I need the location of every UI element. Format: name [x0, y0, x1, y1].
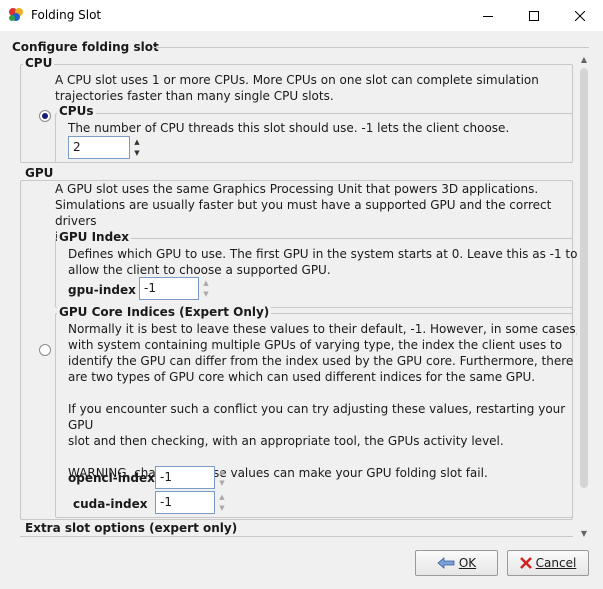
cuda-index-input[interactable]: -1 — [155, 491, 215, 514]
gpu-index-input[interactable]: -1 — [139, 277, 199, 300]
cpu-radio[interactable] — [39, 110, 51, 122]
scrollbar-thumb[interactable] — [580, 68, 588, 488]
cpu-description: A CPU slot uses 1 or more CPUs. More CPU… — [55, 73, 539, 103]
maximize-button[interactable] — [511, 0, 557, 31]
scroll-down-icon[interactable]: ▼ — [577, 526, 591, 540]
minimize-button[interactable] — [465, 0, 511, 31]
cpus-description: The number of CPU threads this slot shou… — [68, 121, 510, 135]
cuda-index-spinner[interactable]: -1 ▲ ▼ — [155, 491, 229, 514]
title-divider — [153, 47, 589, 48]
gpu-index-spinner[interactable]: -1 ▲ ▼ — [139, 277, 213, 300]
maximize-icon — [529, 10, 539, 21]
gpu-description: A GPU slot uses the same Graphics Proces… — [55, 182, 552, 244]
gpu-index-description: Defines which GPU to use. The first GPU … — [68, 247, 578, 277]
cpu-group-label: CPU — [23, 56, 55, 70]
gpu-core-description: Normally it is best to leave these value… — [68, 322, 580, 480]
gpu-index-label: gpu-index — [68, 283, 136, 297]
opencl-index-stepper[interactable]: ▲ ▼ — [217, 466, 227, 489]
close-button[interactable] — [557, 0, 603, 31]
chevron-down-icon[interactable]: ▼ — [217, 477, 227, 488]
chevron-up-icon[interactable]: ▲ — [217, 466, 227, 477]
chevron-up-icon[interactable]: ▲ — [132, 136, 142, 147]
gpu-index-stepper[interactable]: ▲ ▼ — [201, 277, 211, 300]
cancel-button[interactable]: Cancel — [507, 550, 589, 576]
gpu-radio[interactable] — [39, 344, 51, 356]
ok-label: OK — [458, 556, 477, 570]
chevron-up-icon[interactable]: ▲ — [201, 277, 211, 288]
chevron-down-icon[interactable]: ▼ — [201, 288, 211, 299]
cpus-input[interactable]: 2 — [68, 136, 130, 159]
window-title: Folding Slot — [31, 8, 102, 22]
gpu-index-group-label: GPU Index — [57, 230, 132, 244]
chevron-down-icon[interactable]: ▼ — [217, 502, 227, 513]
cpus-stepper[interactable]: ▲ ▼ — [132, 136, 142, 159]
cpus-spinner[interactable]: 2 ▲ ▼ — [68, 136, 142, 159]
ok-button[interactable]: OK — [415, 550, 498, 576]
settings-scroll-area[interactable]: Configure folding slot CPU A CPU slot us… — [8, 38, 593, 541]
extra-options-label: Extra slot options (expert only) — [23, 521, 240, 535]
cancel-label: Cancel — [535, 556, 577, 570]
scroll-up-icon[interactable]: ▲ — [577, 52, 591, 66]
opencl-index-spinner[interactable]: -1 ▲ ▼ — [155, 466, 229, 489]
configure-title: Configure folding slot — [12, 40, 159, 54]
cancel-x-icon — [519, 557, 532, 569]
vertical-scrollbar[interactable]: ▲ ▼ — [577, 52, 591, 540]
chevron-down-icon[interactable]: ▼ — [132, 147, 142, 158]
minimize-icon — [483, 15, 493, 17]
folding-at-home-icon — [9, 8, 23, 21]
chevron-up-icon[interactable]: ▲ — [217, 491, 227, 502]
cpus-group-label: CPUs — [57, 104, 96, 118]
cuda-index-stepper[interactable]: ▲ ▼ — [217, 491, 227, 514]
ok-arrow-icon — [437, 557, 455, 569]
gpu-core-group-label: GPU Core Indices (Expert Only) — [57, 305, 272, 319]
extra-options-group — [20, 536, 573, 541]
dialog-window: Folding Slot Configure folding slot CPU … — [0, 0, 603, 589]
title-bar: Folding Slot — [0, 0, 603, 31]
cuda-index-label: cuda-index — [73, 497, 148, 511]
gpu-group-label: GPU — [23, 166, 56, 180]
close-icon — [575, 10, 585, 21]
opencl-index-label: opencl-index — [68, 471, 155, 485]
opencl-index-input[interactable]: -1 — [155, 466, 215, 489]
